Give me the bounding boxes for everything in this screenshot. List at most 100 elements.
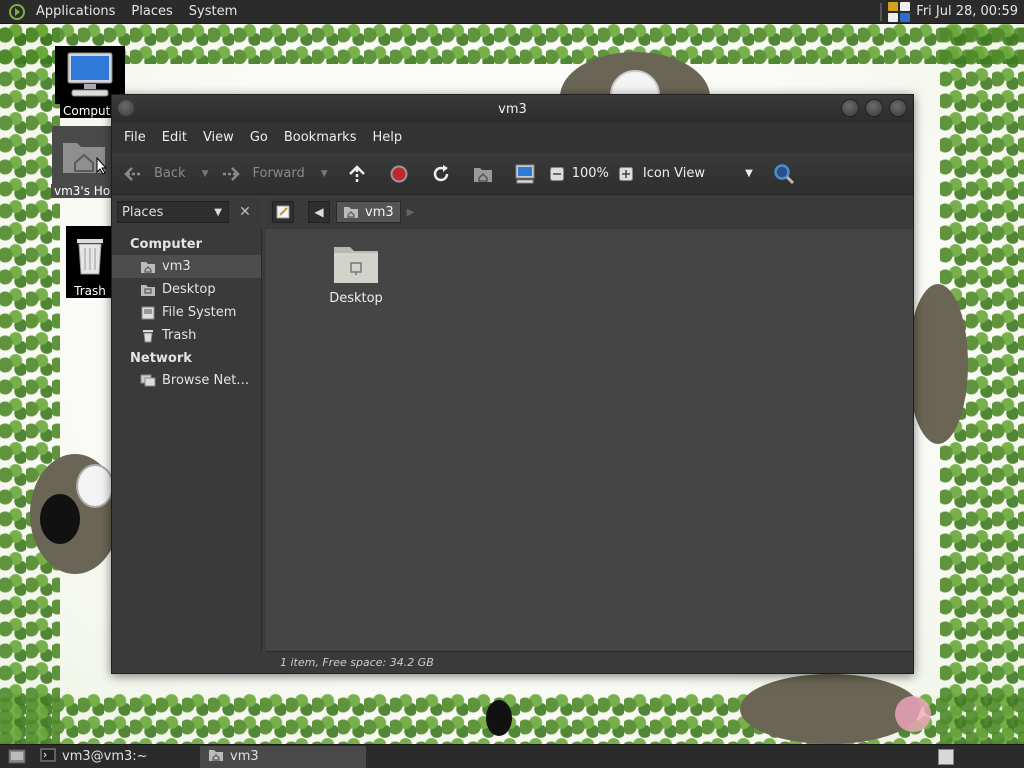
sidebar-item-label: Trash <box>162 328 197 343</box>
window-title: vm3 <box>498 101 527 117</box>
close-button[interactable] <box>889 99 907 117</box>
home-folder-icon <box>472 163 494 185</box>
menu-view[interactable]: View <box>195 123 242 153</box>
places-sidebar: Computer vm3 Desktop File System Trash N… <box>112 229 262 651</box>
sidebar-header: Places ▼ ✕ <box>112 195 262 229</box>
search-icon <box>773 163 795 185</box>
up-button[interactable] <box>346 153 368 195</box>
zoom-in-icon <box>615 163 637 185</box>
panel-separator <box>880 2 883 21</box>
zoom-in-button[interactable] <box>615 153 637 195</box>
maximize-button[interactable] <box>865 99 883 117</box>
taskbar-item-terminal[interactable]: vm3@vm3:~ <box>32 746 196 768</box>
computer-icon <box>514 163 536 185</box>
menu-file[interactable]: File <box>116 123 154 153</box>
back-history-dropdown-icon[interactable]: ▼ <box>202 169 209 179</box>
window-titlebar[interactable]: vm3 <box>112 95 913 123</box>
home-folder-icon <box>140 259 156 275</box>
toolbar: Back ▼ Forward ▼ 100% Icon View ▼ <box>112 153 913 195</box>
forward-history-dropdown-icon[interactable]: ▼ <box>321 169 328 179</box>
zoom-out-icon <box>546 163 568 185</box>
stop-button[interactable] <box>388 153 410 195</box>
chevron-down-icon: ▼ <box>214 206 222 218</box>
path-bar: ◀ vm3 ▶ <box>266 195 913 229</box>
up-arrow-icon <box>346 163 368 185</box>
applications-menu[interactable]: Applications <box>28 0 123 24</box>
status-spacer <box>112 651 266 673</box>
desktop-icon-label: vm3's Home <box>51 184 117 198</box>
places-menu[interactable]: Places <box>123 0 180 24</box>
menu-bookmarks[interactable]: Bookmarks <box>276 123 365 153</box>
forward-label: Forward <box>252 166 305 181</box>
computer-button[interactable] <box>514 153 536 195</box>
sidebar-item-vm3[interactable]: vm3 <box>112 255 261 278</box>
file-name: Desktop <box>329 291 383 306</box>
sidebar-item-browse-network[interactable]: Browse Net… <box>112 369 261 392</box>
top-panel: Applications Places System Fri Jul 28, 0… <box>0 0 1024 24</box>
sidebar-type-label: Places <box>122 204 164 220</box>
reload-button[interactable] <box>430 153 452 195</box>
sidebar-item-desktop[interactable]: Desktop <box>112 278 261 301</box>
menubar: File Edit View Go Bookmarks Help <box>112 123 913 153</box>
sidebar-item-label: vm3 <box>162 259 191 274</box>
back-arrow-icon <box>122 163 144 185</box>
window-menu-icon[interactable] <box>118 100 134 116</box>
path-forward-arrow-icon[interactable]: ▶ <box>407 207 415 218</box>
chevron-down-icon: ▼ <box>745 168 753 179</box>
trash-icon <box>66 226 114 284</box>
desktop-icon-label: Trash <box>66 284 114 298</box>
edit-icon <box>276 205 290 219</box>
sidebar-item-label: File System <box>162 305 237 320</box>
desktop-folder-icon <box>332 241 380 285</box>
sidebar-item-label: Browse Net… <box>162 373 250 388</box>
minimize-button[interactable] <box>841 99 859 117</box>
reload-icon <box>430 163 452 185</box>
zoom-level[interactable]: 100% <box>572 153 609 195</box>
workspace-switcher[interactable] <box>938 748 954 765</box>
menu-edit[interactable]: Edit <box>154 123 195 153</box>
drive-icon <box>140 305 156 321</box>
view-mode-label: Icon View <box>642 166 706 181</box>
sidebar-heading-computer: Computer <box>130 237 203 252</box>
stop-icon <box>388 163 410 185</box>
breadcrumb-vm3[interactable]: vm3 <box>336 201 401 223</box>
network-icon <box>140 373 156 389</box>
zoom-out-button[interactable] <box>546 153 568 195</box>
sidebar-heading-network: Network <box>130 351 192 366</box>
taskbar-item-label: vm3 <box>230 749 259 764</box>
distro-logo-icon[interactable] <box>6 1 28 23</box>
sidebar-item-trash[interactable]: Trash <box>112 324 261 347</box>
search-button[interactable] <box>773 153 795 195</box>
sidebar-item-label: Desktop <box>162 282 216 297</box>
back-button[interactable]: Back <box>122 153 186 195</box>
clock[interactable]: Fri Jul 28, 00:59 <box>916 4 1018 19</box>
breadcrumb-label: vm3 <box>365 204 394 220</box>
forward-button[interactable]: Forward <box>220 153 305 195</box>
file-manager-window: vm3 File Edit View Go Bookmarks Help Bac… <box>111 94 914 674</box>
file-view[interactable]: Desktop <box>266 229 913 651</box>
tray-applet-icon[interactable] <box>888 1 911 22</box>
close-sidebar-icon[interactable]: ✕ <box>235 202 255 222</box>
desktop-folder-icon <box>140 282 156 298</box>
toggle-location-entry-button[interactable] <box>272 201 294 223</box>
sidebar-item-file-system[interactable]: File System <box>112 301 261 324</box>
home-button[interactable] <box>472 153 494 195</box>
terminal-icon <box>40 748 56 766</box>
file-item-desktop[interactable]: Desktop <box>316 241 396 306</box>
status-bar: 1 item, Free space: 34.2 GB <box>266 651 913 673</box>
menu-help[interactable]: Help <box>364 123 410 153</box>
back-label: Back <box>154 166 186 181</box>
forward-arrow-icon <box>220 163 242 185</box>
taskbar-item-file-manager[interactable]: vm3 <box>200 745 366 768</box>
view-mode-select[interactable]: Icon View ▼ <box>643 153 753 195</box>
taskbar-item-label: vm3@vm3:~ <box>62 749 148 764</box>
show-desktop-icon[interactable] <box>6 746 28 768</box>
trash-icon <box>140 328 156 344</box>
system-menu[interactable]: System <box>181 0 245 24</box>
menu-go[interactable]: Go <box>242 123 276 153</box>
bottom-panel: vm3@vm3:~ vm3 <box>0 744 1024 768</box>
path-back-arrow-icon[interactable]: ◀ <box>308 201 330 223</box>
home-folder-icon <box>208 748 224 766</box>
sidebar-type-select[interactable]: Places ▼ <box>117 201 229 223</box>
home-folder-icon <box>344 207 358 218</box>
